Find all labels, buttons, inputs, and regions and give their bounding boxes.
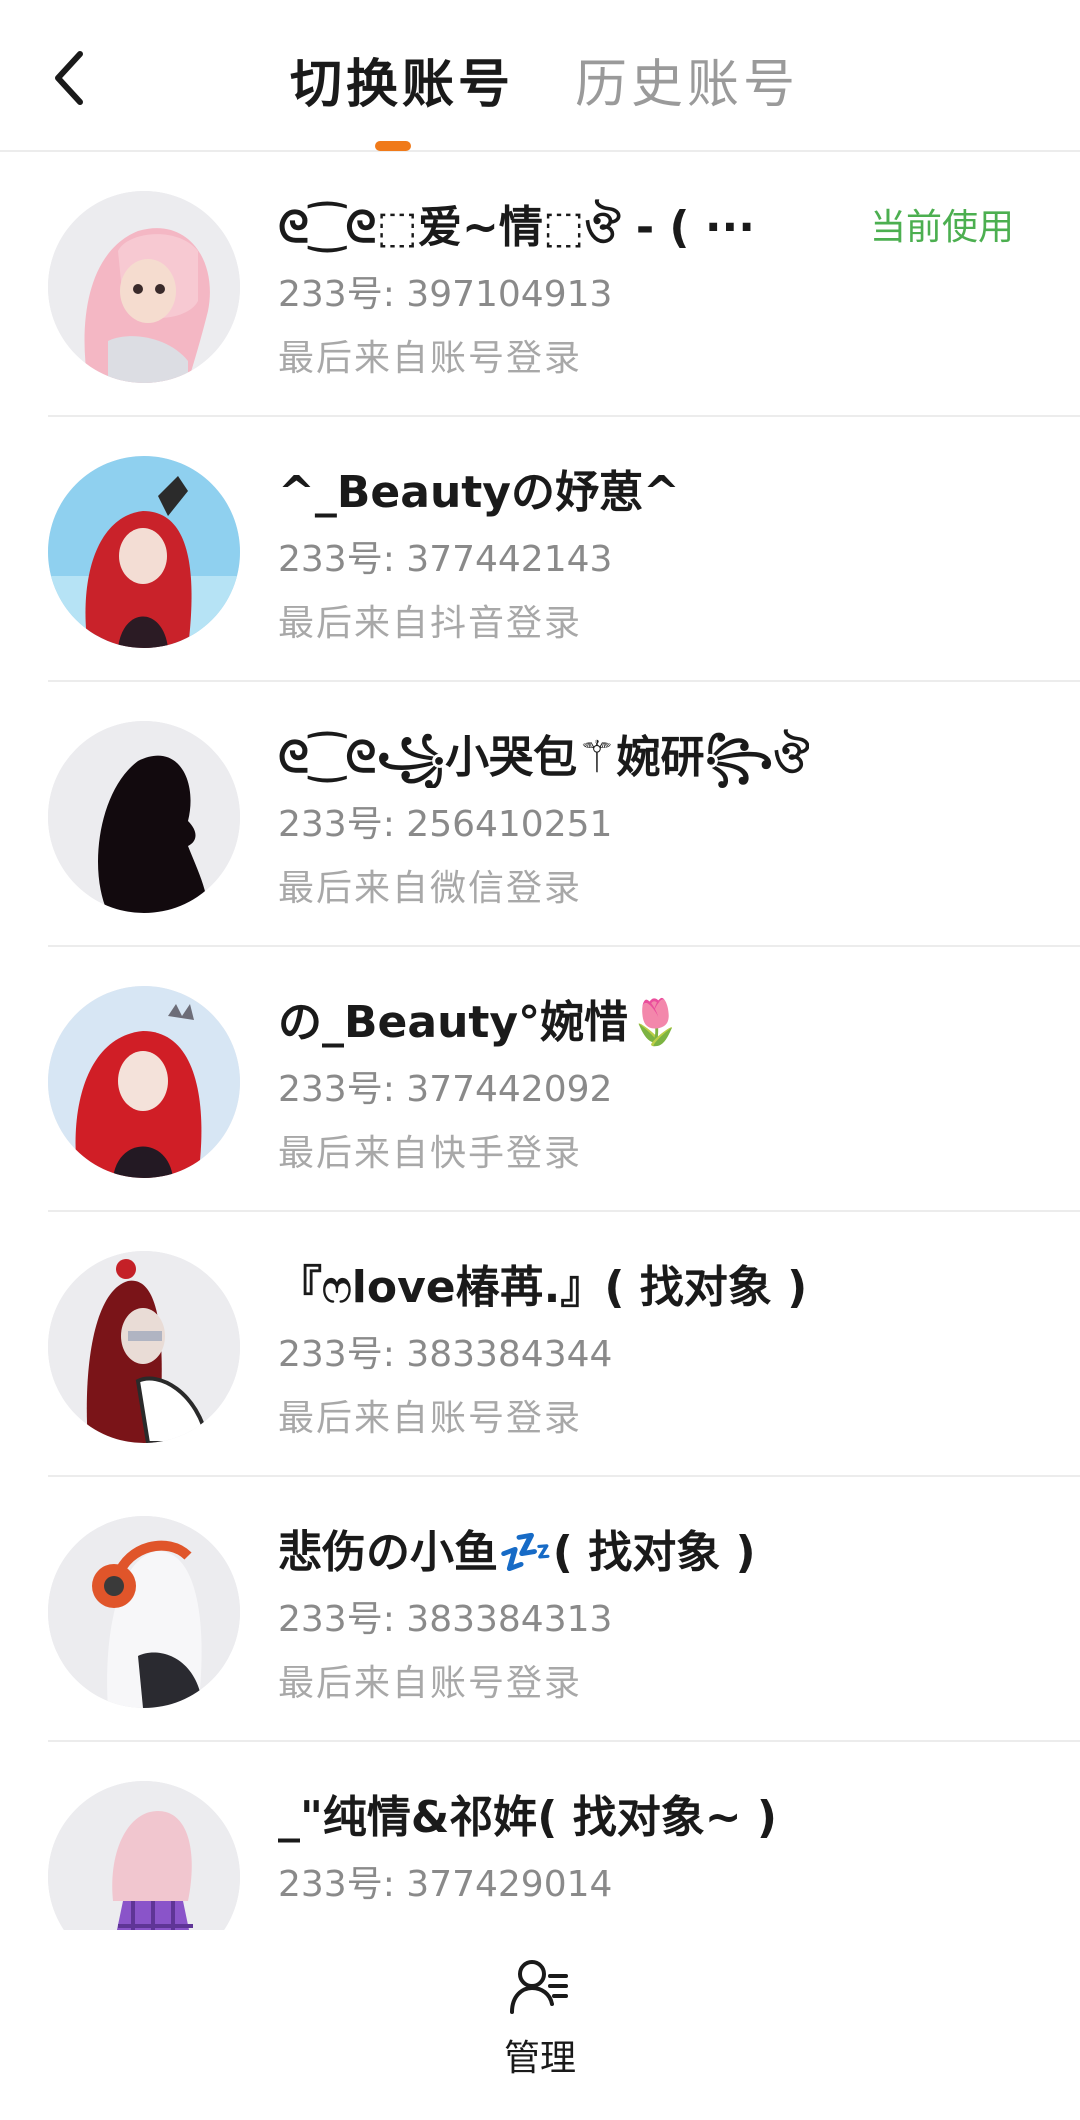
account-id: 233号: 256410251: [278, 804, 613, 845]
headphones-avatar-icon: [48, 1516, 240, 1708]
account-row[interactable]: ^_Beautyの妤葸^ 233号: 377442143 最后来自抖音登录: [0, 417, 1080, 682]
account-row[interactable]: ᘓ⁐ᘓ꧁小哭包⚚婉研꧂ঔ 233号: 256410251 最后来自微信登录: [0, 682, 1080, 947]
silhouette-avatar-icon: [48, 721, 240, 913]
account-nickname: の_Beauty°婉惜🌷: [278, 997, 683, 1048]
login-source: 最后来自抖音登录: [278, 603, 583, 644]
account-list[interactable]: ᘓ⁐ᘓ⬚爱~情⬚ঔ - ( ··· 233号: 397104913 最后来自账号…: [0, 152, 1080, 1930]
back-button[interactable]: [40, 42, 100, 114]
account-nickname: ^_Beautyの妤葸^: [278, 467, 680, 518]
account-id: 233号: 383384313: [278, 1599, 613, 1640]
account-id: 233号: 377442143: [278, 539, 613, 580]
account-nickname: 悲伤の小鱼💤( 找对象 ): [278, 1527, 756, 1578]
avatar: [48, 191, 240, 383]
chevron-left-icon: [55, 51, 83, 105]
account-nickname: ᘓ⁐ᘓ꧁小哭包⚚婉研꧂ঔ: [278, 732, 810, 783]
red-hair-crown-avatar-icon: [48, 986, 240, 1178]
purple-plaid-avatar-icon: [48, 1781, 240, 1930]
avatar: [48, 721, 240, 913]
tab-switch-account[interactable]: 切换账号: [290, 50, 510, 120]
bottom-toolbar: 管理: [0, 1930, 1080, 2120]
avatar: [48, 1251, 240, 1443]
top-navigation-bar: 切换账号 历史账号: [0, 0, 1080, 152]
manage-button[interactable]: 管理: [490, 1954, 590, 2114]
account-row[interactable]: 悲伤の小鱼💤( 找对象 ) 233号: 383384313 最后来自账号登录: [0, 1477, 1080, 1742]
tab-history-account[interactable]: 历史账号: [575, 50, 795, 120]
account-row[interactable]: ᘓ⁐ᘓ⬚爱~情⬚ঔ - ( ··· 233号: 397104913 最后来自账号…: [0, 152, 1080, 417]
avatar: [48, 456, 240, 648]
avatar: [48, 986, 240, 1178]
login-source: 最后来自微信登录: [278, 868, 583, 909]
account-row[interactable]: の_Beauty°婉惜🌷 233号: 377442092 最后来自快手登录: [0, 947, 1080, 1212]
account-id: 233号: 377429014: [278, 1864, 613, 1905]
current-use-badge: 当前使用: [870, 207, 1015, 248]
account-id: 233号: 377442092: [278, 1069, 613, 1110]
account-row[interactable]: 『ෆlove椿苒.』( 找对象 ) 233号: 383384344 最后来自账号…: [0, 1212, 1080, 1477]
login-source: 最后来自账号登录: [278, 1663, 583, 1704]
dark-red-ponytail-avatar-icon: [48, 1251, 240, 1443]
active-tab-indicator: [375, 141, 411, 151]
login-source: 最后来自账号登录: [278, 338, 583, 379]
account-nickname: _"纯情&祁姩( 找对象~ ): [278, 1792, 778, 1843]
account-id: 233号: 383384344: [278, 1334, 613, 1375]
account-row[interactable]: _"纯情&祁姩( 找对象~ ) 233号: 377429014: [0, 1742, 1080, 1930]
avatar: [48, 1516, 240, 1708]
account-id: 233号: 397104913: [278, 274, 613, 315]
login-source: 最后来自账号登录: [278, 1398, 583, 1439]
avatar: [48, 1781, 240, 1930]
user-manage-icon: [510, 1960, 568, 2014]
red-hair-avatar-icon: [48, 456, 240, 648]
login-source: 最后来自快手登录: [278, 1133, 583, 1174]
pink-hair-avatar-icon: [48, 191, 240, 383]
account-nickname: 『ෆlove椿苒.』( 找对象 ): [278, 1262, 808, 1313]
manage-label: 管理: [503, 2038, 576, 2079]
account-nickname: ᘓ⁐ᘓ⬚爱~情⬚ঔ - ( ···: [278, 202, 755, 253]
